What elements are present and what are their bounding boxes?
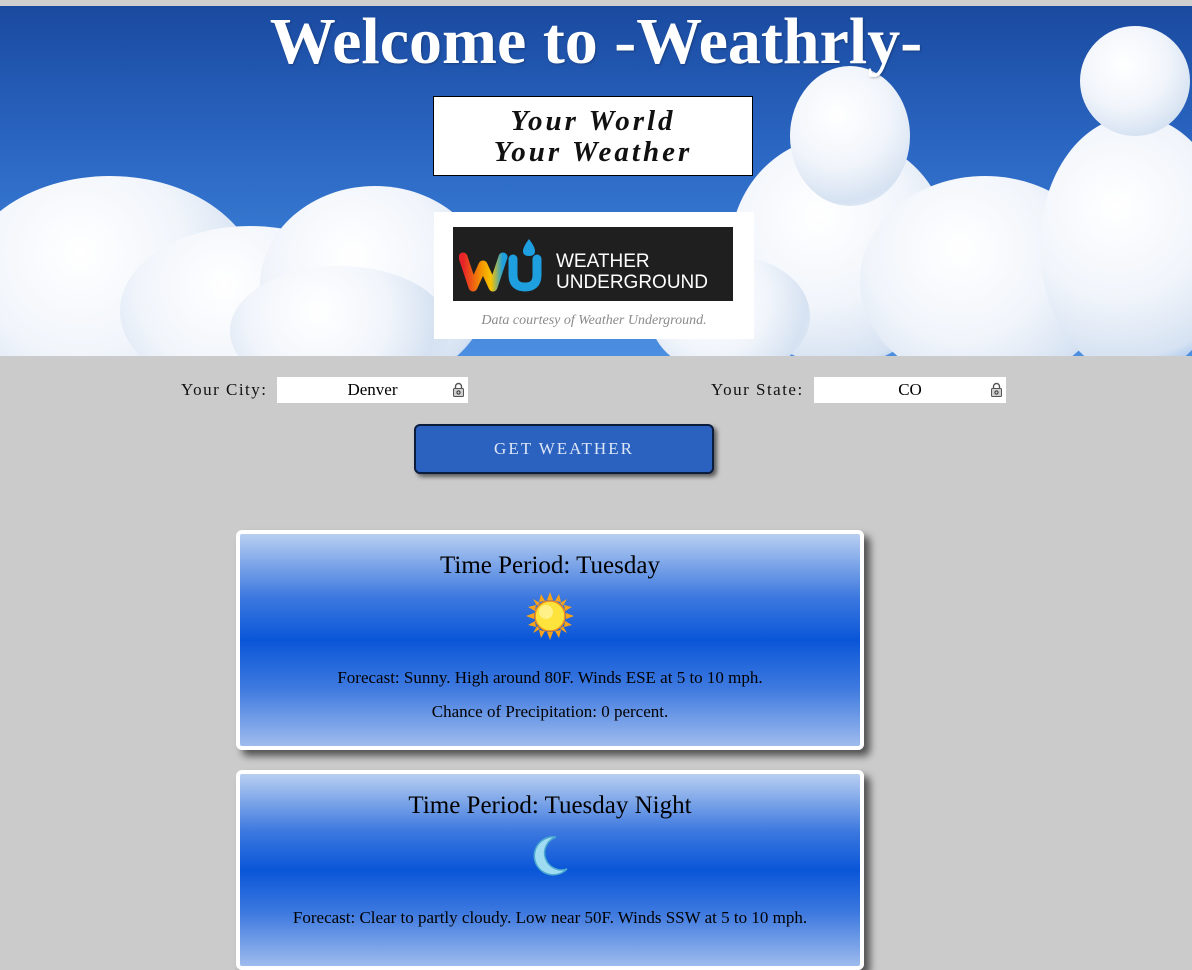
wu-logo-line-1: WEATHER: [556, 251, 650, 272]
wu-logo-text: WEATHER UNDERGROUND: [556, 251, 708, 293]
city-label: Your City:: [181, 380, 268, 399]
state-label: Your State:: [711, 380, 804, 399]
city-input-value: Denver: [347, 380, 398, 399]
tagline-line-1: Your World: [510, 105, 676, 137]
page-title: Welcome to -Weathrly-: [269, 6, 923, 78]
weather-underground-logo: WEATHER UNDERGROUND: [453, 227, 733, 301]
wu-logo-line-2: UNDERGROUND: [556, 272, 708, 293]
forecast-text: Forecast: Sunny. High around 80F. Winds …: [337, 668, 763, 687]
weather-underground-badge[interactable]: WEATHER UNDERGROUND Data courtesy of Wea…: [434, 212, 754, 339]
forecast-card: Time Period: Tuesday Night Forecast: Cle…: [236, 770, 864, 970]
forecast-text: Forecast: Clear to partly cloudy. Low ne…: [292, 908, 808, 927]
moon-icon: [533, 836, 568, 876]
data-credit-text: Data courtesy of Weather Underground.: [481, 313, 707, 328]
state-input-value: CO: [898, 380, 922, 399]
get-weather-button[interactable]: GET WEATHER: [414, 424, 714, 474]
forecast-period-title: Time Period: Tuesday: [440, 552, 660, 579]
tagline-box: Your World Your Weather: [433, 96, 753, 176]
lock-icon: [991, 382, 1002, 397]
precipitation-text: Chance of Precipitation: 0 percent.: [431, 702, 669, 721]
lock-icon: [453, 382, 464, 397]
state-input[interactable]: CO: [814, 377, 1006, 403]
city-input[interactable]: Denver: [277, 377, 468, 403]
tagline-line-2: Your Weather: [493, 136, 693, 168]
sun-icon: [526, 592, 574, 640]
forecast-period-title: Time Period: Tuesday Night: [408, 792, 692, 819]
wu-logo-icon: [459, 239, 542, 292]
cloud-shape: [1040, 116, 1192, 356]
forecast-card: Time Period: Tuesday Forecast: Sunny. Hi…: [236, 530, 864, 750]
cloud-shape: [790, 66, 910, 206]
